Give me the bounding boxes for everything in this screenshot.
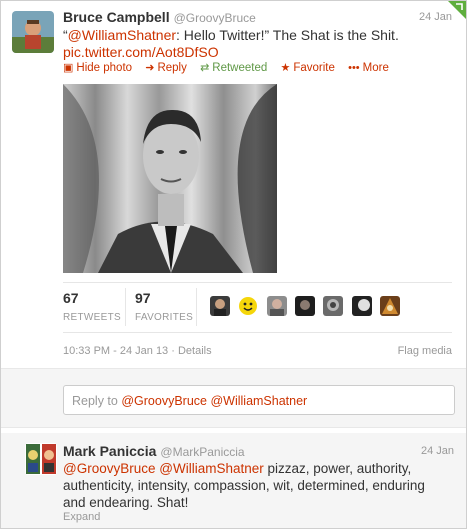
mention-link[interactable]: @WilliamShatner [159, 461, 263, 476]
favorites-stat[interactable]: 97 FAVORITES [135, 290, 193, 323]
avatar[interactable] [238, 296, 259, 316]
tweet-header: Bruce Campbell @GroovyBruce 24 Jan [63, 9, 452, 25]
divider [196, 288, 197, 326]
more-icon: ••• [348, 62, 360, 74]
photo-icon: ▣ [63, 62, 74, 74]
author-name[interactable]: Mark Paniccia [63, 443, 156, 459]
retweet-button[interactable]: ⇄ Retweeted [200, 61, 267, 74]
avatar[interactable] [380, 296, 401, 316]
author-username[interactable]: @GroovyBruce [174, 11, 256, 25]
favorite-button[interactable]: ★ Favorite [280, 61, 334, 74]
author-username[interactable]: @MarkPaniccia [160, 445, 244, 459]
avatar[interactable] [25, 443, 57, 475]
reply-tweet[interactable]: Mark Paniccia @MarkPaniccia 24 Jan @Groov… [1, 433, 466, 528]
divider [63, 282, 452, 283]
pic-link[interactable]: pic.twitter.com/Aot8DfSO [63, 44, 219, 60]
mention-link[interactable]: @GroovyBruce [63, 461, 155, 476]
avatar[interactable] [295, 296, 316, 316]
favoriter-avatars [210, 296, 405, 316]
reply-mention: @GroovyBruce [121, 394, 207, 408]
hide-photo-button[interactable]: ▣ Hide photo [63, 61, 132, 74]
avatar[interactable] [323, 296, 344, 316]
reply-mention: @WilliamShatner [210, 394, 308, 408]
retweets-count: 67 [63, 290, 79, 306]
retweet-icon: ⇄ [200, 62, 210, 74]
avatar[interactable] [266, 296, 287, 316]
details-link[interactable]: Details [178, 345, 212, 357]
tweet-photo[interactable] [63, 84, 277, 273]
retweets-label: RETWEETS [63, 312, 121, 323]
tweet-time[interactable]: 24 Jan [421, 445, 454, 457]
retweets-stat[interactable]: 67 RETWEETS [63, 290, 121, 323]
expand-link[interactable]: Expand [63, 511, 100, 523]
avatar[interactable] [12, 11, 54, 53]
flag-media-link[interactable]: Flag media [398, 345, 452, 357]
avatar[interactable] [351, 296, 372, 316]
tweet-detail-panel: Bruce Campbell @GroovyBruce 24 Jan “@Will… [0, 0, 467, 529]
tweet-stats: 67 RETWEETS 97 FAVORITES [63, 288, 443, 326]
avatar[interactable] [210, 296, 230, 316]
reply-icon: ➜ [145, 62, 155, 74]
favorites-label: FAVORITES [135, 312, 194, 323]
mention-link[interactable]: @WilliamShatner [68, 27, 176, 43]
star-icon: ★ [280, 62, 291, 74]
divider [63, 332, 452, 333]
reply-text: @GroovyBruce @WilliamShatner pizzaz, pow… [63, 460, 443, 511]
tweet-body: : Hello Twitter!” The Shat is the Shit. [176, 27, 399, 43]
divider [125, 288, 126, 326]
favorites-count: 97 [135, 290, 151, 306]
tweet-actions: ▣ Hide photo ➜ Reply ⇄ Retweeted ★ Favorite … [63, 61, 399, 75]
tweet-text: “@WilliamShatner: Hello Twitter!” The Sh… [63, 27, 443, 61]
meta-separator: · [171, 345, 175, 357]
reply-area: Reply to @GroovyBruce @WilliamShatner [1, 368, 466, 428]
reply-input[interactable]: Reply to @GroovyBruce @WilliamShatner [63, 385, 455, 415]
tweet-meta: 10:33 PM - 24 Jan 13 · Details Flag medi… [63, 345, 452, 359]
tweet-timestamp[interactable]: 10:33 PM - 24 Jan 13 [63, 345, 168, 357]
more-button[interactable]: ••• More [348, 62, 389, 74]
reply-button[interactable]: ➜ Reply [145, 61, 187, 74]
reply-header: Mark Paniccia @MarkPaniccia 24 Jan [63, 443, 454, 459]
tweet-time[interactable]: 24 Jan [419, 11, 452, 23]
reply-placeholder: Reply to [72, 394, 118, 408]
author-name[interactable]: Bruce Campbell [63, 9, 170, 25]
